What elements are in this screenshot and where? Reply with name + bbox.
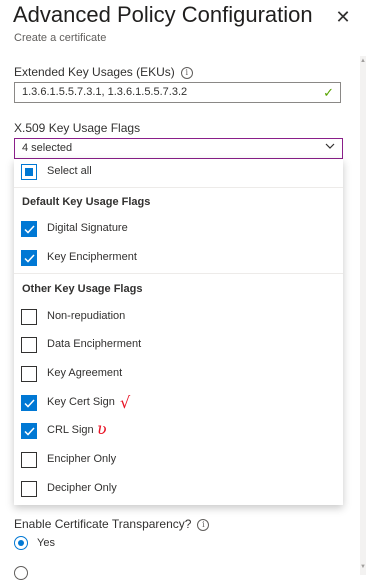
transparency-label-row: Enable Certificate Transparency? i xyxy=(14,517,210,531)
option-data-encipherment[interactable]: Data Encipherment xyxy=(14,332,343,360)
ekus-label-row: Extended Key Usages (EKUs) i xyxy=(14,65,193,79)
radio-yes[interactable] xyxy=(14,536,28,550)
option-key-encipherment[interactable]: Key Encipherment xyxy=(14,245,343,273)
annotation-check-mark: √ xyxy=(120,393,131,412)
close-icon[interactable]: ✕ xyxy=(334,8,352,26)
info-icon[interactable]: i xyxy=(197,519,210,531)
option-encipher-only[interactable]: Encipher Only xyxy=(14,447,343,475)
option-select-all[interactable]: Select all xyxy=(14,159,343,187)
info-icon[interactable]: i xyxy=(180,67,193,79)
divider xyxy=(14,187,343,188)
select-all-checkbox[interactable] xyxy=(21,164,37,180)
valid-check-icon: ✓ xyxy=(323,85,334,100)
checkbox[interactable] xyxy=(21,309,37,325)
group-header-default: Default Key Usage Flags xyxy=(22,196,151,208)
radio-no[interactable] xyxy=(14,566,28,580)
key-usage-label: X.509 Key Usage Flags xyxy=(14,121,141,135)
option-label: Select all xyxy=(47,165,92,177)
option-label: Key Agreement xyxy=(47,367,123,379)
key-usage-select[interactable]: 4 selected xyxy=(14,138,343,159)
checkbox[interactable] xyxy=(21,481,37,497)
option-decipher-only[interactable]: Decipher Only xyxy=(14,476,343,504)
page-subtitle: Create a certificate xyxy=(14,32,107,44)
checkbox-checked[interactable] xyxy=(21,423,37,439)
annotation-check-mark: ʋ xyxy=(97,419,107,438)
scroll-up-icon[interactable]: ▲ xyxy=(360,58,366,64)
option-crl-sign[interactable]: CRL Sign ʋ xyxy=(14,418,343,446)
scroll-down-icon[interactable]: ▼ xyxy=(360,564,366,570)
checkbox-checked[interactable] xyxy=(21,395,37,411)
option-label: Encipher Only xyxy=(47,453,117,465)
key-usage-dropdown: Select all Default Key Usage Flags Digit… xyxy=(14,159,343,505)
option-digital-signature[interactable]: Digital Signature xyxy=(14,216,343,244)
checkbox-checked[interactable] xyxy=(21,250,37,266)
option-key-cert-sign[interactable]: Key Cert Sign √ xyxy=(14,390,343,418)
checkbox[interactable] xyxy=(21,452,37,468)
radio-yes-label[interactable]: Yes xyxy=(37,537,55,549)
checkbox[interactable] xyxy=(21,366,37,382)
option-label: Key Cert Sign xyxy=(47,396,115,408)
option-non-repudiation[interactable]: Non-repudiation xyxy=(14,304,343,332)
option-key-agreement[interactable]: Key Agreement xyxy=(14,361,343,389)
key-usage-selected-text: 4 selected xyxy=(22,142,73,154)
checkbox[interactable] xyxy=(21,337,37,353)
page-title: Advanced Policy Configuration xyxy=(13,2,313,27)
ekus-input[interactable]: 1.3.6.1.5.5.7.3.1, 1.3.6.1.5.5.7.3.2 ✓ xyxy=(14,82,341,103)
checkbox-checked[interactable] xyxy=(21,221,37,237)
option-label: Digital Signature xyxy=(47,222,128,234)
divider xyxy=(14,273,343,274)
chevron-down-icon xyxy=(325,143,335,149)
ekus-label: Extended Key Usages (EKUs) xyxy=(14,65,175,79)
option-label: Data Encipherment xyxy=(47,338,142,350)
option-label: Key Encipherment xyxy=(47,251,137,263)
option-label: Decipher Only xyxy=(47,482,117,494)
transparency-label: Enable Certificate Transparency? xyxy=(14,517,192,531)
group-header-other: Other Key Usage Flags xyxy=(22,283,143,295)
scrollbar[interactable] xyxy=(360,56,366,575)
option-label: Non-repudiation xyxy=(47,310,126,322)
ekus-value[interactable]: 1.3.6.1.5.5.7.3.1, 1.3.6.1.5.5.7.3.2 xyxy=(22,86,187,98)
option-label: CRL Sign xyxy=(47,424,94,436)
